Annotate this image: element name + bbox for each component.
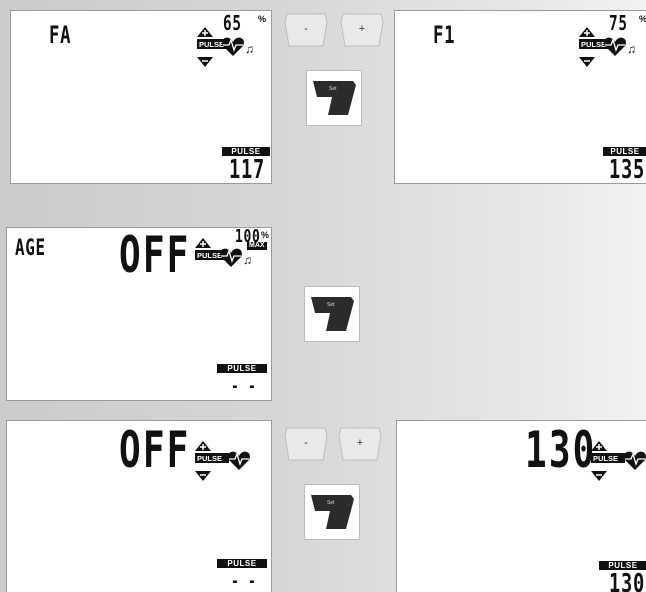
plus-button[interactable]: +	[337, 424, 383, 464]
set-button[interactable]: Set	[304, 286, 360, 342]
lcd-screen-130: 130 PULSE PULSE 130	[396, 420, 646, 592]
minus-button[interactable]: -	[283, 424, 329, 464]
pulse-value: 117	[229, 155, 265, 184]
svg-text:PULSE: PULSE	[581, 40, 606, 49]
set-label: Set	[327, 302, 335, 308]
pulse-label: PULSE	[217, 364, 267, 373]
mode-text: FA	[49, 21, 72, 49]
svg-text:PULSE: PULSE	[593, 454, 618, 463]
pulse-heart-indicator-icon: PULSE	[591, 441, 646, 481]
minus-label: -	[304, 23, 308, 35]
pulse-value: - -	[231, 571, 257, 592]
plus-label: +	[358, 23, 366, 35]
lcd-screen-off: OFF PULSE PULSE - -	[6, 420, 272, 592]
set-label: Set	[329, 86, 337, 92]
pulse-heart-indicator-icon: PULSE ♫	[579, 27, 636, 67]
lcd-screen-age: AGE OFF 100 % MAX PULSE ♫ PULSE - -	[6, 227, 272, 401]
minus-label: -	[304, 437, 308, 449]
plus-button[interactable]: +	[339, 10, 385, 50]
svg-text:♫: ♫	[245, 42, 254, 56]
svg-text:PULSE: PULSE	[199, 40, 224, 49]
svg-text:PULSE: PULSE	[197, 251, 222, 260]
minus-button[interactable]: -	[283, 10, 329, 50]
svg-text:PULSE: PULSE	[197, 454, 222, 463]
svg-text:♫: ♫	[243, 253, 252, 267]
lcd-screen-f1: F1 75 % PULSE ♫ PULSE 135	[394, 10, 646, 184]
plus-label: +	[356, 437, 364, 449]
lcd-screen-fa: FA 65 % PULSE ♫ PULSE 117	[10, 10, 272, 184]
svg-text:♫: ♫	[627, 42, 636, 56]
pulse-value: - -	[231, 376, 257, 397]
pulse-heart-indicator-icon: PULSE	[195, 441, 250, 481]
percent-symbol: %	[639, 14, 646, 24]
pulse-value: 135	[609, 155, 645, 184]
main-value: OFF	[119, 227, 191, 284]
set-label: Set	[327, 500, 335, 506]
main-value: 130	[525, 421, 597, 479]
mode-text: AGE	[15, 236, 46, 261]
set-button[interactable]: Set	[304, 484, 360, 540]
percent-symbol: %	[261, 230, 270, 240]
pulse-value: 130	[609, 569, 645, 592]
set-button[interactable]: Set	[306, 70, 362, 126]
pulse-heart-indicator-icon: PULSE ♫	[197, 27, 254, 67]
mode-text: F1	[433, 21, 456, 49]
main-value: OFF	[119, 421, 191, 479]
pulse-heart-indicator-icon: PULSE ♫	[195, 238, 252, 267]
pulse-label: PULSE	[217, 559, 267, 568]
percent-symbol: %	[258, 14, 267, 24]
